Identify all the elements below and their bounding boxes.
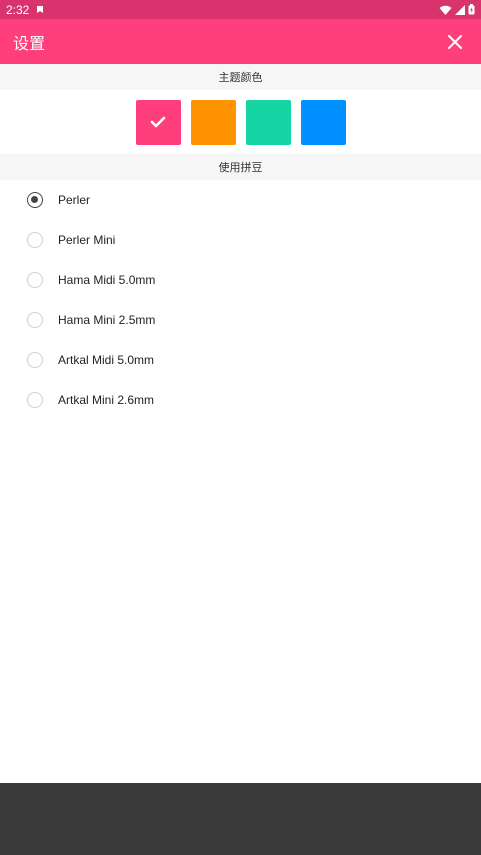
option-artkal-mini[interactable]: Artkal Mini 2.6mm [0,380,481,420]
radio-button[interactable] [27,312,43,328]
radio-button[interactable] [27,232,43,248]
radio-button[interactable] [27,352,43,368]
option-label: Perler [58,193,91,207]
bead-type-header: 使用拼豆 [0,154,481,180]
option-artkal-midi[interactable]: Artkal Midi 5.0mm [0,340,481,380]
status-time: 2:32 [6,2,30,17]
option-label: Artkal Midi 5.0mm [58,353,155,367]
theme-color-header: 主题颜色 [0,64,481,90]
option-label: Artkal Mini 2.6mm [58,393,155,407]
navigation-bar [0,783,481,855]
status-bar: 2:32 [0,0,481,19]
option-label: Perler Mini [58,233,116,247]
swatch-pink[interactable] [135,99,181,145]
theme-color-swatches [0,90,481,154]
swatch-green[interactable] [245,99,291,145]
status-icons [439,4,475,15]
radio-button[interactable] [27,272,43,288]
wifi-icon [439,5,452,15]
bead-type-list: Perler Perler Mini Hama Midi 5.0mm Hama … [0,180,481,420]
swatch-orange[interactable] [190,99,236,145]
page-title: 设置 [13,33,46,53]
radio-button[interactable] [27,192,43,208]
option-label: Hama Mini 2.5mm [58,313,156,327]
signal-icon [455,4,465,15]
notification-icon [35,5,45,15]
check-icon [150,116,166,128]
option-label: Hama Midi 5.0mm [58,273,156,287]
radio-button[interactable] [27,392,43,408]
swatch-blue[interactable] [300,99,346,145]
option-perler-mini[interactable]: Perler Mini [0,220,481,260]
option-perler[interactable]: Perler [0,180,481,220]
close-icon [448,34,462,49]
battery-icon [468,4,475,15]
close-button[interactable] [443,30,467,54]
app-bar: 设置 [0,19,481,64]
option-hama-midi[interactable]: Hama Midi 5.0mm [0,260,481,300]
option-hama-mini[interactable]: Hama Mini 2.5mm [0,300,481,340]
